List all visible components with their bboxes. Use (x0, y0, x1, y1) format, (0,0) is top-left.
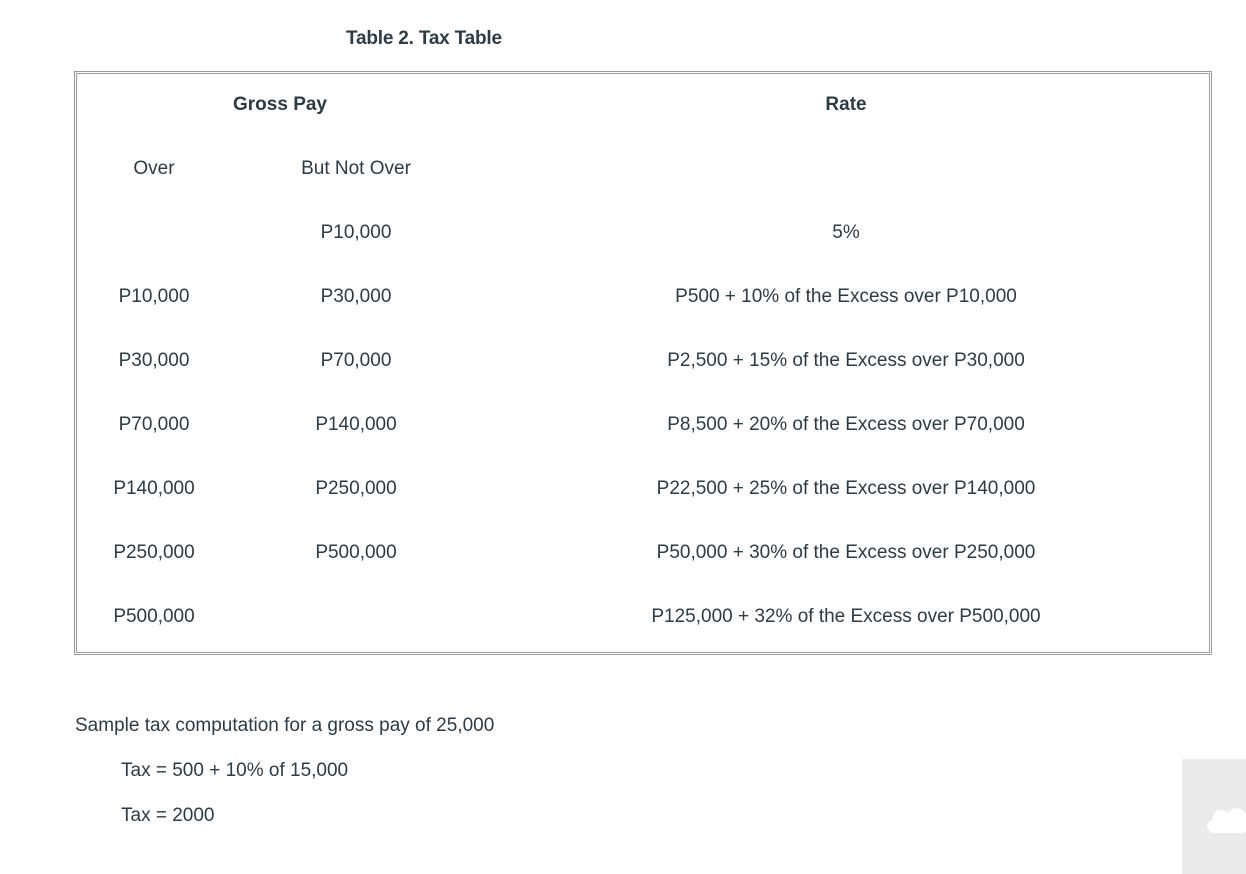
row-2-not-over: P30,000 (320, 286, 392, 307)
row-6-not-over: P500,000 (315, 542, 397, 563)
row-5-not-over: P250,000 (315, 478, 397, 499)
row-1-not-over: P10,000 (320, 222, 392, 243)
sample-computation-title: Sample tax computation for a gross pay o… (75, 715, 495, 736)
row-6-over: P250,000 (113, 542, 195, 563)
subheader-but-not-over: But Not Over (301, 158, 411, 179)
row-2-rate: P500 + 10% of the Excess over P10,000 (675, 286, 1017, 307)
row-7-rate: P125,000 + 32% of the Excess over P500,0… (651, 606, 1041, 627)
row-2-over: P10,000 (118, 286, 190, 307)
cloud-icon (1207, 808, 1246, 833)
row-3-over: P30,000 (118, 350, 190, 371)
header-gross-pay: Gross Pay (233, 94, 327, 115)
table-caption: Table 2. Tax Table (346, 28, 502, 49)
row-7-over: P500,000 (113, 606, 195, 627)
row-3-rate: P2,500 + 15% of the Excess over P30,000 (667, 350, 1025, 371)
header-rate: Rate (825, 94, 867, 115)
tax-table-frame (74, 71, 1212, 655)
row-5-rate: P22,500 + 25% of the Excess over P140,00… (656, 478, 1036, 499)
row-4-rate: P8,500 + 20% of the Excess over P70,000 (667, 414, 1025, 435)
row-1-rate: 5% (832, 222, 860, 243)
row-3-not-over: P70,000 (320, 350, 392, 371)
subheader-over: Over (133, 158, 175, 179)
sample-line-2: Tax = 2000 (121, 805, 215, 826)
row-5-over: P140,000 (113, 478, 195, 499)
sample-line-1: Tax = 500 + 10% of 15,000 (121, 760, 349, 781)
floating-widget-button[interactable] (1182, 759, 1246, 874)
row-4-over: P70,000 (118, 414, 190, 435)
row-4-not-over: P140,000 (315, 414, 397, 435)
row-6-rate: P50,000 + 30% of the Excess over P250,00… (656, 542, 1036, 563)
